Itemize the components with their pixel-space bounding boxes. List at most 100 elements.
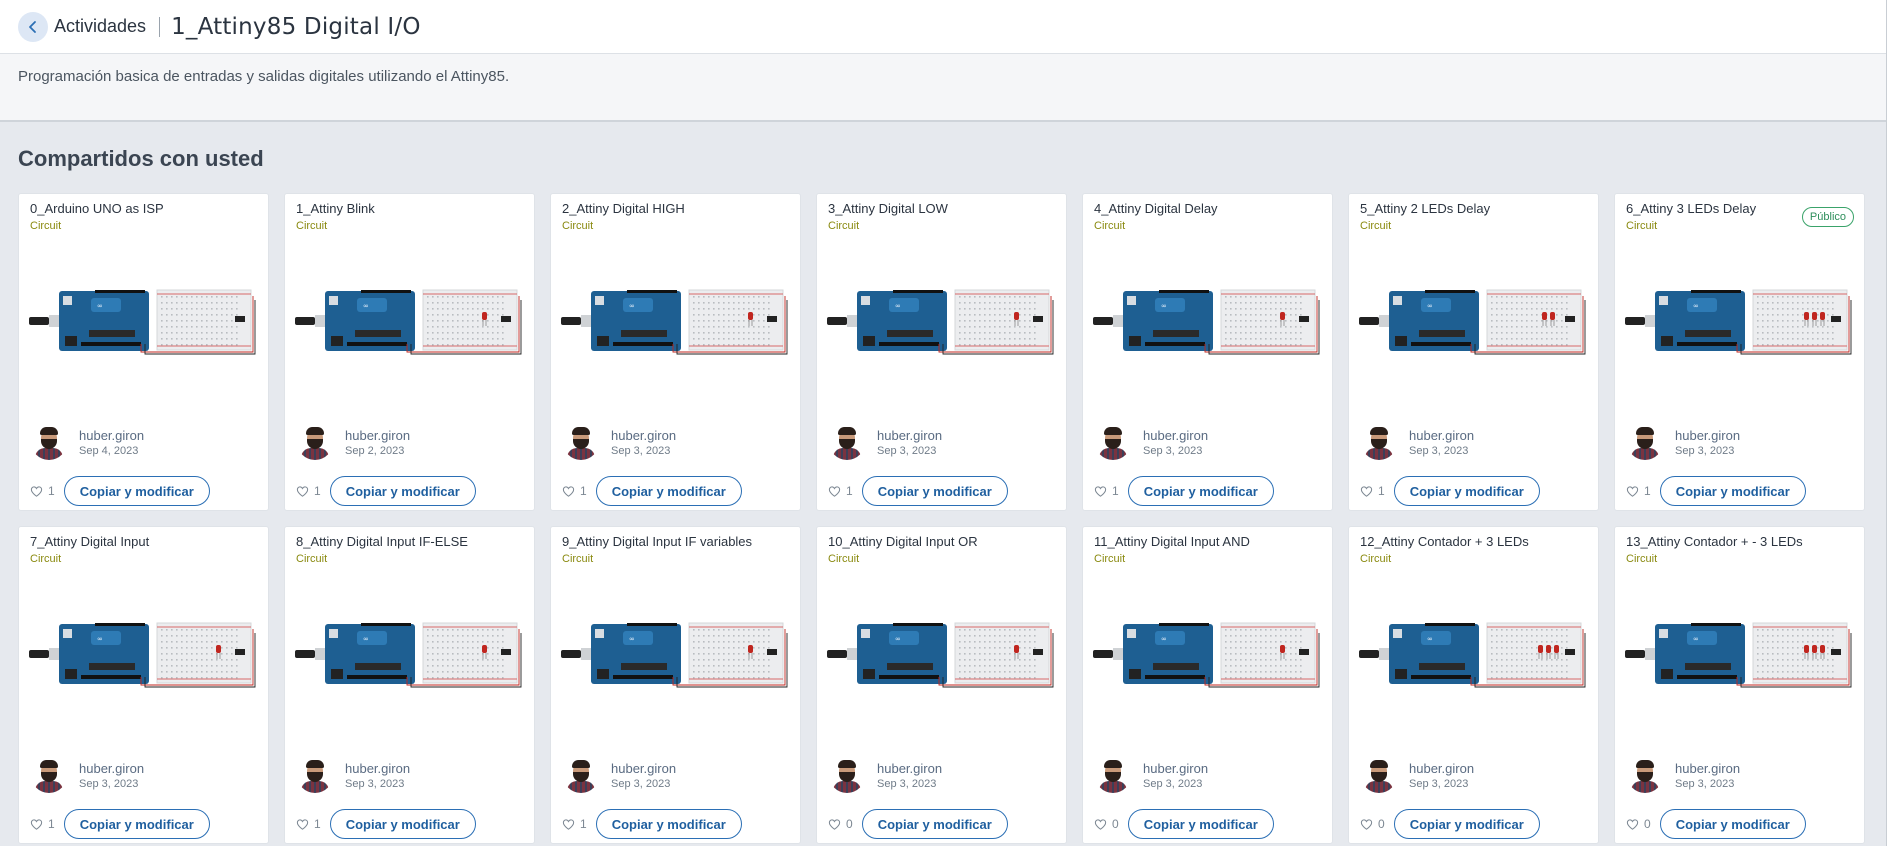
- like-button[interactable]: 0: [1626, 817, 1651, 831]
- avatar[interactable]: [31, 757, 67, 793]
- design-card[interactable]: 9_Attiny Digital Input IF variables Circ…: [550, 526, 801, 844]
- card-thumbnail[interactable]: ∞: [561, 619, 791, 691]
- design-card[interactable]: 1_Attiny Blink Circuit ∞ huber.giron Sep…: [284, 193, 535, 511]
- avatar[interactable]: [31, 424, 67, 460]
- design-card[interactable]: 5_Attiny 2 LEDs Delay Circuit ∞ huber.gi…: [1348, 193, 1599, 511]
- copy-and-modify-button[interactable]: Copiar y modificar: [861, 809, 1008, 839]
- card-thumbnail[interactable]: ∞: [295, 619, 525, 691]
- copy-and-modify-button[interactable]: Copiar y modificar: [1393, 476, 1540, 506]
- author-name[interactable]: huber.giron: [345, 761, 410, 776]
- card-thumbnail[interactable]: ∞: [1359, 286, 1589, 358]
- card-title[interactable]: 9_Attiny Digital Input IF variables: [562, 534, 752, 549]
- author-name[interactable]: huber.giron: [611, 761, 676, 776]
- like-button[interactable]: 1: [1360, 484, 1385, 498]
- like-button[interactable]: 1: [1626, 484, 1651, 498]
- like-button[interactable]: 1: [30, 817, 55, 831]
- design-card[interactable]: 7_Attiny Digital Input Circuit ∞ huber.g…: [18, 526, 269, 844]
- avatar[interactable]: [1627, 757, 1663, 793]
- design-card[interactable]: 3_Attiny Digital LOW Circuit ∞ huber.gir…: [816, 193, 1067, 511]
- card-thumbnail[interactable]: ∞: [827, 286, 1057, 358]
- card-thumbnail[interactable]: ∞: [1625, 286, 1855, 358]
- card-title[interactable]: 12_Attiny Contador + 3 LEDs: [1360, 534, 1529, 549]
- avatar[interactable]: [1095, 424, 1131, 460]
- copy-and-modify-button[interactable]: Copiar y modificar: [329, 476, 476, 506]
- copy-and-modify-button[interactable]: Copiar y modificar: [329, 809, 476, 839]
- avatar[interactable]: [1095, 757, 1131, 793]
- author-name[interactable]: huber.giron: [1143, 428, 1208, 443]
- card-thumbnail[interactable]: ∞: [561, 286, 791, 358]
- design-card[interactable]: 4_Attiny Digital Delay Circuit ∞ huber.g…: [1082, 193, 1333, 511]
- card-thumbnail[interactable]: ∞: [29, 286, 259, 358]
- like-button[interactable]: 1: [30, 484, 55, 498]
- avatar[interactable]: [563, 424, 599, 460]
- avatar[interactable]: [297, 757, 333, 793]
- card-title[interactable]: 8_Attiny Digital Input IF-ELSE: [296, 534, 468, 549]
- author-name[interactable]: huber.giron: [1409, 761, 1474, 776]
- avatar[interactable]: [829, 757, 865, 793]
- like-button[interactable]: 1: [296, 817, 321, 831]
- author-name[interactable]: huber.giron: [79, 761, 144, 776]
- card-title[interactable]: 4_Attiny Digital Delay: [1094, 201, 1218, 216]
- like-button[interactable]: 0: [1360, 817, 1385, 831]
- copy-and-modify-button[interactable]: Copiar y modificar: [1127, 809, 1274, 839]
- avatar[interactable]: [1361, 424, 1397, 460]
- author-name[interactable]: huber.giron: [877, 428, 942, 443]
- design-card[interactable]: 6_Attiny 3 LEDs Delay Circuit Público ∞ …: [1614, 193, 1865, 511]
- design-card[interactable]: 2_Attiny Digital HIGH Circuit ∞ huber.gi…: [550, 193, 801, 511]
- author-name[interactable]: huber.giron: [877, 761, 942, 776]
- like-button[interactable]: 1: [828, 484, 853, 498]
- card-title[interactable]: 3_Attiny Digital LOW: [828, 201, 948, 216]
- card-title[interactable]: 7_Attiny Digital Input: [30, 534, 149, 549]
- card-thumbnail[interactable]: ∞: [295, 286, 525, 358]
- like-button[interactable]: 1: [1094, 484, 1119, 498]
- author-name[interactable]: huber.giron: [79, 428, 144, 443]
- copy-and-modify-button[interactable]: Copiar y modificar: [1393, 809, 1540, 839]
- card-thumbnail[interactable]: ∞: [1625, 619, 1855, 691]
- like-button[interactable]: 0: [828, 817, 853, 831]
- copy-and-modify-button[interactable]: Copiar y modificar: [595, 809, 742, 839]
- avatar[interactable]: [829, 424, 865, 460]
- copy-and-modify-button[interactable]: Copiar y modificar: [1659, 809, 1806, 839]
- copy-and-modify-button[interactable]: Copiar y modificar: [861, 476, 1008, 506]
- copy-and-modify-button[interactable]: Copiar y modificar: [63, 809, 210, 839]
- author-name[interactable]: huber.giron: [1675, 428, 1740, 443]
- copy-and-modify-button[interactable]: Copiar y modificar: [1127, 476, 1274, 506]
- breadcrumb-activities[interactable]: Actividades: [54, 16, 146, 37]
- design-card[interactable]: 10_Attiny Digital Input OR Circuit ∞ hub…: [816, 526, 1067, 844]
- like-button[interactable]: 1: [562, 484, 587, 498]
- design-card[interactable]: 0_Arduino UNO as ISP Circuit ∞ huber.gir…: [18, 193, 269, 511]
- card-title[interactable]: 6_Attiny 3 LEDs Delay: [1626, 201, 1756, 216]
- avatar[interactable]: [297, 424, 333, 460]
- card-thumbnail[interactable]: ∞: [1093, 286, 1323, 358]
- author-name[interactable]: huber.giron: [1675, 761, 1740, 776]
- card-title[interactable]: 1_Attiny Blink: [296, 201, 375, 216]
- card-title[interactable]: 0_Arduino UNO as ISP: [30, 201, 164, 216]
- like-button[interactable]: 1: [296, 484, 321, 498]
- design-card[interactable]: 8_Attiny Digital Input IF-ELSE Circuit ∞…: [284, 526, 535, 844]
- design-card[interactable]: 12_Attiny Contador + 3 LEDs Circuit ∞ hu…: [1348, 526, 1599, 844]
- card-thumbnail[interactable]: ∞: [29, 619, 259, 691]
- card-thumbnail[interactable]: ∞: [827, 619, 1057, 691]
- author-name[interactable]: huber.giron: [345, 428, 410, 443]
- card-title[interactable]: 5_Attiny 2 LEDs Delay: [1360, 201, 1490, 216]
- back-arrow-icon[interactable]: [18, 11, 48, 42]
- card-thumbnail[interactable]: ∞: [1359, 619, 1589, 691]
- card-title[interactable]: 2_Attiny Digital HIGH: [562, 201, 685, 216]
- author-name[interactable]: huber.giron: [1143, 761, 1208, 776]
- copy-and-modify-button[interactable]: Copiar y modificar: [595, 476, 742, 506]
- card-thumbnail[interactable]: ∞: [1093, 619, 1323, 691]
- author-name[interactable]: huber.giron: [611, 428, 676, 443]
- avatar[interactable]: [563, 757, 599, 793]
- copy-and-modify-button[interactable]: Copiar y modificar: [1659, 476, 1806, 506]
- card-title[interactable]: 11_Attiny Digital Input AND: [1094, 534, 1250, 549]
- design-card[interactable]: 13_Attiny Contador + - 3 LEDs Circuit ∞ …: [1614, 526, 1865, 844]
- design-card[interactable]: 11_Attiny Digital Input AND Circuit ∞ hu…: [1082, 526, 1333, 844]
- author-name[interactable]: huber.giron: [1409, 428, 1474, 443]
- card-title[interactable]: 10_Attiny Digital Input OR: [828, 534, 978, 549]
- card-title[interactable]: 13_Attiny Contador + - 3 LEDs: [1626, 534, 1803, 549]
- avatar[interactable]: [1361, 757, 1397, 793]
- like-button[interactable]: 0: [1094, 817, 1119, 831]
- avatar[interactable]: [1627, 424, 1663, 460]
- like-button[interactable]: 1: [562, 817, 587, 831]
- copy-and-modify-button[interactable]: Copiar y modificar: [63, 476, 210, 506]
